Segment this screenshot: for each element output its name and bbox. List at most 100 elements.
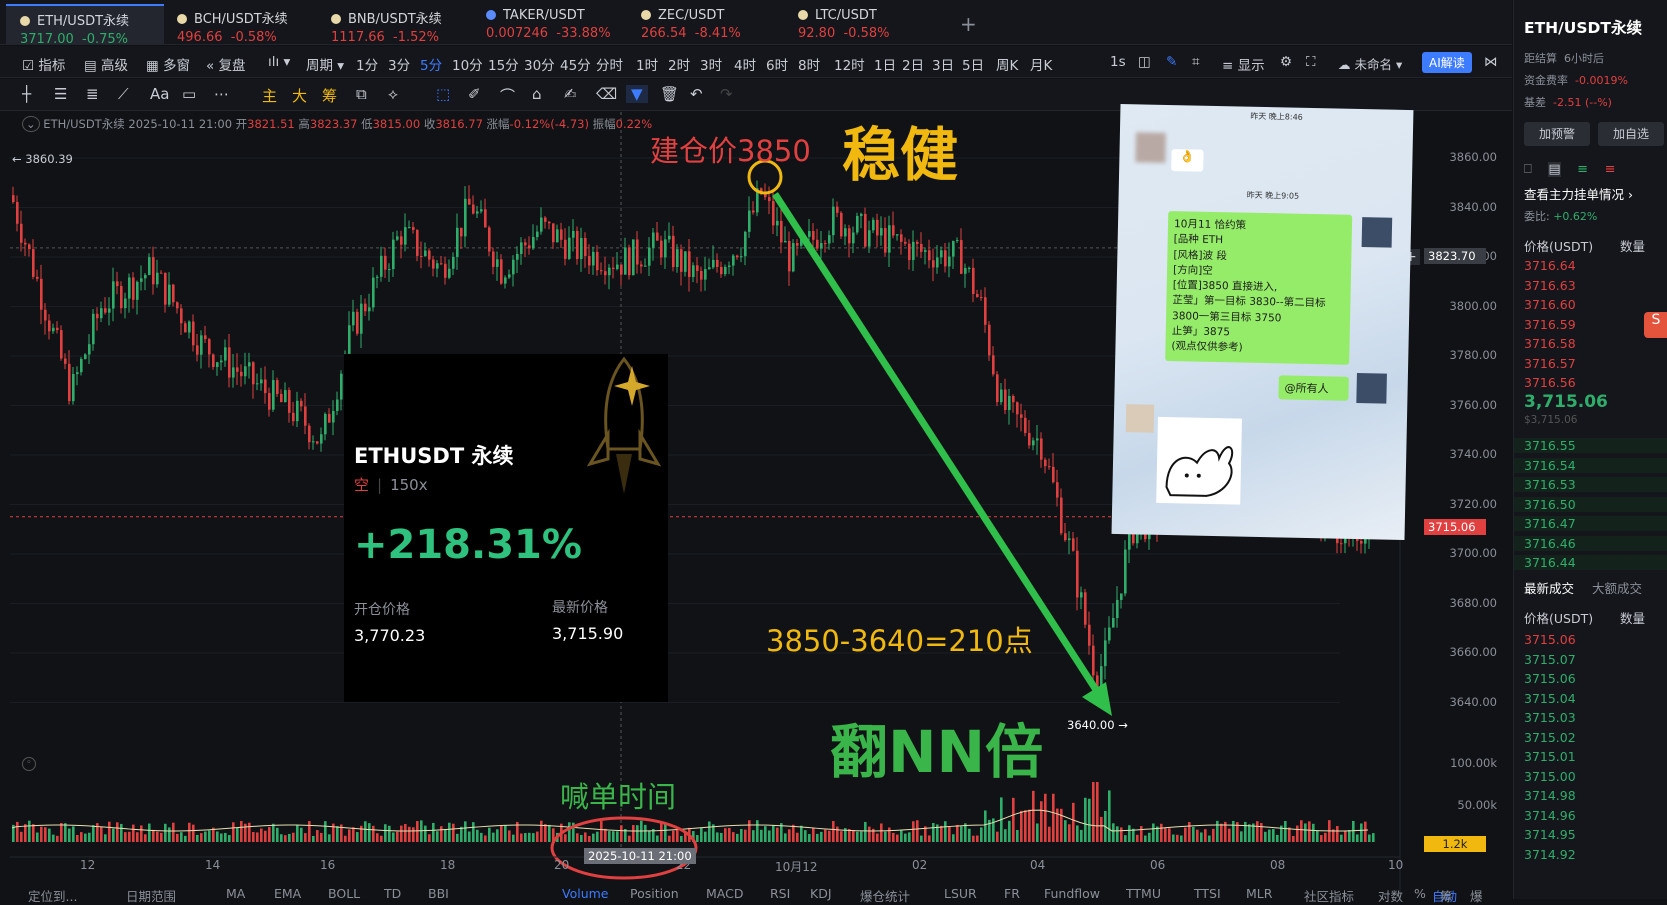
share-icon[interactable]: ⋈	[1484, 54, 1498, 70]
chip-toggle[interactable]: 筹	[322, 85, 337, 106]
price-axis-label: 3740.00	[1449, 447, 1497, 461]
filter-icon[interactable]: ▼	[626, 85, 648, 103]
edit-icon[interactable]: ✍	[564, 85, 577, 103]
interval-6[interactable]: 45分	[560, 54, 591, 74]
interval-17[interactable]: 3日	[932, 54, 954, 74]
big-order-toggle[interactable]: 大	[292, 85, 307, 106]
crop-icon[interactable]: ⌗	[1192, 54, 1200, 70]
bid-row[interactable]: 3716.50	[1514, 496, 1667, 512]
interval-1s[interactable]: 1s	[1110, 54, 1126, 70]
trend-line-icon[interactable]: ⟋	[118, 85, 129, 103]
add-alert-button[interactable]: 加预警	[1524, 122, 1590, 146]
fullscreen-icon[interactable]: ⛶	[1306, 54, 1315, 70]
tab-bnb-usdt[interactable]: BNB/USDT永续 1117.66 -1.52%	[317, 4, 452, 45]
lock-icon[interactable]: ⌂	[532, 85, 542, 103]
add-tab-button[interactable]: +	[960, 12, 977, 36]
chart-type-icon[interactable]: ılı ▾	[268, 54, 290, 70]
display-button[interactable]: ≡ 显示	[1222, 54, 1265, 74]
main-force-toggle[interactable]: 主	[262, 85, 277, 106]
text-icon[interactable]: Aa	[150, 85, 169, 103]
collapse-icon[interactable]: ⌄	[22, 116, 40, 132]
interval-2[interactable]: 5分	[420, 54, 442, 74]
ruler-icon[interactable]: ✐	[468, 85, 481, 103]
ask-row[interactable]: 3716.60	[1524, 297, 1576, 312]
interval-3[interactable]: 10分	[452, 54, 483, 74]
interval-19[interactable]: 周K	[996, 54, 1018, 74]
advanced-button[interactable]: ▤ 高级	[84, 54, 128, 74]
bid-row[interactable]: 3716.54	[1514, 457, 1667, 473]
interval-1[interactable]: 3分	[388, 54, 410, 74]
interval-14[interactable]: 12时	[834, 54, 865, 74]
period-dropdown[interactable]: 周期 ▾	[306, 54, 344, 74]
interval-10[interactable]: 3时	[700, 54, 722, 74]
pen-icon[interactable]: ✎	[1166, 54, 1177, 70]
main-force-orders-link[interactable]: 查看主力挂单情况 ›	[1524, 184, 1633, 203]
liquidation-button[interactable]: 爆	[1470, 886, 1483, 905]
orderbook-view-icons[interactable]: ⎕ ▤ ≡ ≡	[1524, 162, 1616, 177]
magnet-icon[interactable]: ⌒	[500, 85, 515, 106]
indicator-tab-0[interactable]: 定位到...	[28, 886, 77, 905]
interval-5[interactable]: 30分	[524, 54, 555, 74]
interval-4[interactable]: 15分	[488, 54, 519, 74]
tab-bch-usdt[interactable]: BCH/USDT永续 496.66 -0.58%	[163, 4, 298, 45]
ask-row[interactable]: 3716.63	[1524, 278, 1576, 293]
interval-8[interactable]: 1时	[636, 54, 658, 74]
volume-settings-icon[interactable]: ◦	[22, 757, 36, 771]
interval-7[interactable]: 分时	[596, 54, 623, 74]
undo-icon[interactable]: ↶	[690, 85, 703, 103]
volume-bar	[356, 832, 359, 842]
add-favorite-button[interactable]: 加自选	[1598, 122, 1664, 146]
select-icon[interactable]: ⬚	[436, 85, 450, 103]
tab-eth-usdt[interactable]: ETH/USDT永续 3717.00 -0.75%	[6, 4, 164, 47]
indicator-tab-1[interactable]: 日期范围	[126, 886, 176, 905]
tab-zec-usdt[interactable]: ZEC/USDT 266.54 -8.41%	[627, 4, 751, 44]
ask-row[interactable]: 3716.56	[1524, 375, 1576, 390]
ask-row[interactable]: 3716.59	[1524, 317, 1576, 332]
ask-row[interactable]: 3716.57	[1524, 356, 1576, 371]
indicator-tab-20[interactable]: 对数	[1378, 886, 1403, 905]
parallel-lines-icon[interactable]: ☰	[54, 85, 67, 103]
indicator-tab-19[interactable]: 社区指标	[1304, 886, 1354, 905]
interval-13[interactable]: 8时	[798, 54, 820, 74]
tab-taker-usdt[interactable]: TAKER/USDT 0.007246 -33.88%	[472, 4, 621, 44]
redo-icon[interactable]: ↷	[720, 85, 733, 103]
volume-bar	[316, 830, 319, 842]
more-icon[interactable]: ⋯	[214, 85, 229, 103]
bid-row[interactable]: 3716.47	[1514, 516, 1667, 531]
volume-bar	[904, 833, 907, 842]
ask-row[interactable]: 3716.64	[1524, 258, 1576, 273]
bid-row[interactable]: 3716.53	[1514, 477, 1667, 492]
copy-icon[interactable]: ⧉	[356, 85, 367, 103]
interval-15[interactable]: 1日	[874, 54, 896, 74]
ask-row[interactable]: 3716.58	[1524, 336, 1576, 351]
interval-18[interactable]: 5日	[962, 54, 984, 74]
replay-button[interactable]: « 复盘	[206, 54, 246, 74]
interval-11[interactable]: 4时	[734, 54, 756, 74]
side-float-icon[interactable]: S	[1644, 312, 1667, 338]
tab-latest-trades[interactable]: 最新成交	[1524, 578, 1574, 597]
tab-big-trades[interactable]: 大额成交	[1592, 578, 1642, 597]
bid-row[interactable]: 3716.46	[1514, 535, 1667, 551]
settings-icon[interactable]: ⚙	[1280, 54, 1292, 70]
bid-row[interactable]: 3716.55	[1514, 438, 1667, 453]
interval-16[interactable]: 2日	[902, 54, 924, 74]
indicator-tab-12[interactable]: 爆仓统计	[860, 886, 910, 905]
camera-icon[interactable]: ◫	[1138, 54, 1151, 70]
interval-9[interactable]: 2时	[668, 54, 690, 74]
tab-ltc-usdt[interactable]: LTC/USDT 92.80 -0.58%	[784, 4, 899, 44]
horizontal-line-icon[interactable]: ┼	[22, 85, 31, 103]
interval-12[interactable]: 6时	[766, 54, 788, 74]
multi-window-button[interactable]: ▦ 多窗	[146, 54, 190, 74]
indicator-button[interactable]: ☑ 指标	[22, 54, 65, 74]
bid-row[interactable]: 3716.44	[1514, 555, 1667, 570]
trash-icon[interactable]: 🗑	[660, 85, 679, 103]
ai-analysis-button[interactable]: AI解读	[1422, 52, 1472, 73]
fib-icon[interactable]: ≣	[86, 85, 99, 103]
layout-name-dropdown[interactable]: ☁ 未命名 ▾	[1338, 54, 1402, 73]
brush-icon[interactable]: ⟡	[388, 85, 398, 103]
rectangle-icon[interactable]: ▭	[182, 85, 196, 103]
chip-button[interactable]: 筹	[1440, 886, 1453, 905]
interval-20[interactable]: 月K	[1030, 54, 1052, 74]
interval-0[interactable]: 1分	[356, 54, 378, 74]
eraser-icon[interactable]: ⌫	[596, 85, 617, 103]
